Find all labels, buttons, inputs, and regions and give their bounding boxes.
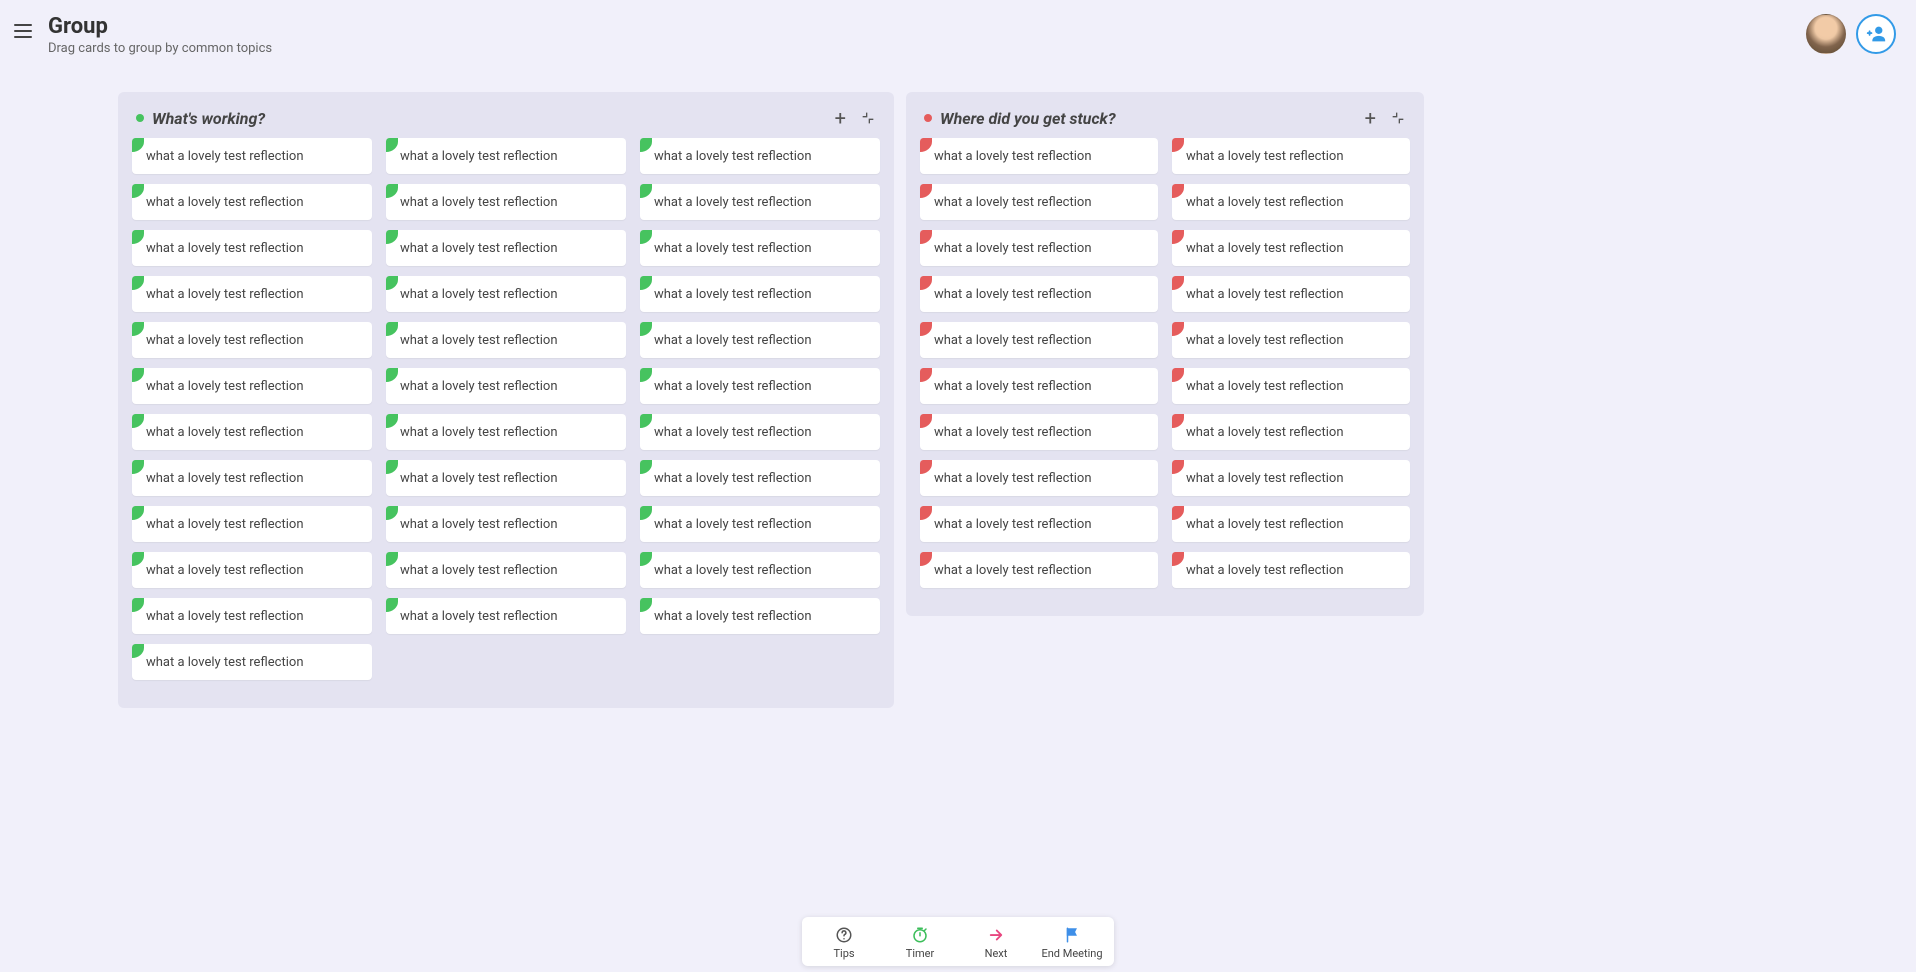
topbar-right bbox=[1806, 14, 1896, 54]
card[interactable]: what a lovely test reflection bbox=[1172, 184, 1410, 220]
card[interactable]: what a lovely test reflection bbox=[1172, 552, 1410, 588]
column-title-text: Where did you get stuck? bbox=[940, 109, 1116, 128]
card[interactable]: what a lovely test reflection bbox=[132, 552, 372, 588]
column-actions-working: + bbox=[835, 108, 876, 128]
card[interactable]: what a lovely test reflection bbox=[1172, 276, 1410, 312]
card[interactable]: what a lovely test reflection bbox=[1172, 506, 1410, 542]
card[interactable]: what a lovely test reflection bbox=[1172, 322, 1410, 358]
card[interactable]: what a lovely test reflection bbox=[640, 414, 880, 450]
add-card-button[interactable]: + bbox=[835, 108, 846, 128]
collapse-icon bbox=[1390, 110, 1406, 126]
topbar: Group Drag cards to group by common topi… bbox=[0, 0, 1916, 64]
card-grid-stuck: what a lovely test reflection what a love… bbox=[920, 138, 1410, 588]
next-icon bbox=[987, 925, 1005, 945]
card[interactable]: what a lovely test reflection bbox=[920, 368, 1158, 404]
card[interactable]: what a lovely test reflection bbox=[132, 138, 372, 174]
card[interactable]: what a lovely test reflection bbox=[132, 184, 372, 220]
card[interactable]: what a lovely test reflection bbox=[386, 552, 626, 588]
timer-icon bbox=[911, 925, 929, 945]
avatar[interactable] bbox=[1806, 14, 1846, 54]
card[interactable]: what a lovely test reflection bbox=[920, 460, 1158, 496]
column-header-working: What's working? + bbox=[132, 108, 880, 138]
card[interactable]: what a lovely test reflection bbox=[640, 138, 880, 174]
card[interactable]: what a lovely test reflection bbox=[386, 506, 626, 542]
card[interactable]: what a lovely test reflection bbox=[386, 414, 626, 450]
card[interactable]: what a lovely test reflection bbox=[920, 230, 1158, 266]
add-user-icon bbox=[1865, 23, 1887, 45]
page-title: Group bbox=[48, 14, 272, 39]
card[interactable]: what a lovely test reflection bbox=[132, 644, 372, 680]
card[interactable]: what a lovely test reflection bbox=[132, 230, 372, 266]
end-meeting-button[interactable]: End Meeting bbox=[1034, 925, 1110, 960]
card[interactable]: what a lovely test reflection bbox=[640, 598, 880, 634]
collapse-button[interactable] bbox=[860, 110, 876, 126]
card[interactable]: what a lovely test reflection bbox=[640, 552, 880, 588]
card[interactable]: what a lovely test reflection bbox=[640, 506, 880, 542]
card[interactable]: what a lovely test reflection bbox=[920, 506, 1158, 542]
collapse-button[interactable] bbox=[1390, 110, 1406, 126]
card[interactable]: what a lovely test reflection bbox=[132, 276, 372, 312]
column-actions-stuck: + bbox=[1365, 108, 1406, 128]
card[interactable]: what a lovely test reflection bbox=[386, 322, 626, 358]
card[interactable]: what a lovely test reflection bbox=[1172, 368, 1410, 404]
timer-label: Timer bbox=[906, 947, 934, 960]
card[interactable]: what a lovely test reflection bbox=[920, 184, 1158, 220]
card[interactable]: what a lovely test reflection bbox=[640, 460, 880, 496]
card[interactable]: what a lovely test reflection bbox=[132, 368, 372, 404]
column-working: What's working? + what a lovely test ref… bbox=[118, 92, 894, 708]
card[interactable]: what a lovely test reflection bbox=[1172, 138, 1410, 174]
end-meeting-label: End Meeting bbox=[1041, 947, 1102, 960]
next-label: Next bbox=[985, 947, 1008, 960]
collapse-icon bbox=[860, 110, 876, 126]
card[interactable]: what a lovely test reflection bbox=[640, 230, 880, 266]
card[interactable]: what a lovely test reflection bbox=[132, 414, 372, 450]
menu-icon[interactable] bbox=[14, 20, 36, 42]
card[interactable]: what a lovely test reflection bbox=[386, 138, 626, 174]
card[interactable]: what a lovely test reflection bbox=[640, 368, 880, 404]
tips-icon bbox=[835, 925, 853, 945]
card[interactable]: what a lovely test reflection bbox=[132, 506, 372, 542]
card[interactable]: what a lovely test reflection bbox=[920, 138, 1158, 174]
card[interactable]: what a lovely test reflection bbox=[640, 184, 880, 220]
dot-icon bbox=[136, 114, 144, 122]
card[interactable]: what a lovely test reflection bbox=[1172, 414, 1410, 450]
next-button[interactable]: Next bbox=[958, 925, 1034, 960]
card[interactable]: what a lovely test reflection bbox=[386, 276, 626, 312]
card[interactable]: what a lovely test reflection bbox=[386, 368, 626, 404]
topbar-left: Group Drag cards to group by common topi… bbox=[14, 14, 272, 56]
card[interactable]: what a lovely test reflection bbox=[132, 598, 372, 634]
bottom-toolbar: Tips Timer Next End Meetin bbox=[802, 917, 1114, 966]
column-title-working: What's working? bbox=[136, 109, 265, 128]
card[interactable]: what a lovely test reflection bbox=[640, 276, 880, 312]
add-card-button[interactable]: + bbox=[1365, 108, 1376, 128]
card[interactable]: what a lovely test reflection bbox=[640, 322, 880, 358]
flag-icon bbox=[1063, 925, 1081, 945]
card[interactable]: what a lovely test reflection bbox=[920, 552, 1158, 588]
column-title-stuck: Where did you get stuck? bbox=[924, 109, 1116, 128]
card[interactable]: what a lovely test reflection bbox=[920, 414, 1158, 450]
tips-label: Tips bbox=[833, 947, 854, 960]
card[interactable]: what a lovely test reflection bbox=[132, 322, 372, 358]
card[interactable]: what a lovely test reflection bbox=[920, 322, 1158, 358]
card[interactable]: what a lovely test reflection bbox=[386, 598, 626, 634]
card[interactable]: what a lovely test reflection bbox=[920, 276, 1158, 312]
card[interactable]: what a lovely test reflection bbox=[386, 184, 626, 220]
column-header-stuck: Where did you get stuck? + bbox=[920, 108, 1410, 138]
add-user-button[interactable] bbox=[1856, 14, 1896, 54]
timer-button[interactable]: Timer bbox=[882, 925, 958, 960]
card[interactable]: what a lovely test reflection bbox=[386, 460, 626, 496]
board: What's working? + what a lovely test ref… bbox=[0, 64, 1916, 708]
column-stuck: Where did you get stuck? + what a lovely… bbox=[906, 92, 1424, 616]
card[interactable]: what a lovely test reflection bbox=[1172, 460, 1410, 496]
tips-button[interactable]: Tips bbox=[806, 925, 882, 960]
page-subtitle: Drag cards to group by common topics bbox=[48, 41, 272, 56]
card[interactable]: what a lovely test reflection bbox=[1172, 230, 1410, 266]
card[interactable]: what a lovely test reflection bbox=[386, 230, 626, 266]
page-title-block: Group Drag cards to group by common topi… bbox=[48, 14, 272, 56]
card[interactable]: what a lovely test reflection bbox=[132, 460, 372, 496]
column-title-text: What's working? bbox=[152, 109, 265, 128]
dot-icon bbox=[924, 114, 932, 122]
card-grid-working: what a lovely test reflection what a love… bbox=[132, 138, 880, 680]
